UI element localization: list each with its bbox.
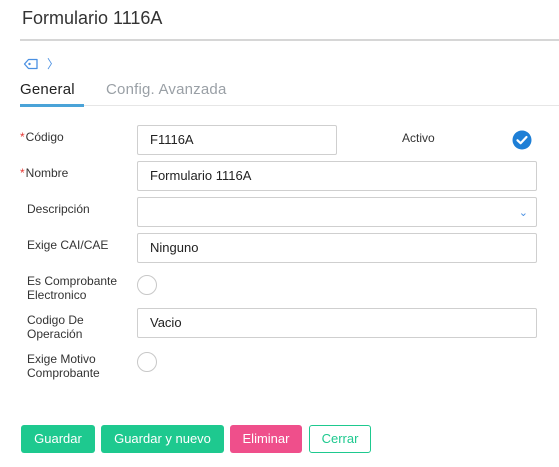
codigo-operacion-label-line1: Codigo De bbox=[27, 313, 84, 327]
required-marker: * bbox=[20, 166, 25, 180]
es-comprobante-label: Es Comprobante Electronico bbox=[27, 274, 117, 302]
descripcion-label: Descripción bbox=[27, 202, 90, 216]
tag-icon[interactable] bbox=[23, 58, 39, 70]
page-title: Formulario 1116A bbox=[22, 8, 163, 28]
save-and-new-button[interactable]: Guardar y nuevo bbox=[101, 425, 224, 453]
tab-bar: General Config. Avanzada bbox=[20, 80, 559, 107]
codigo-operacion-label-line2: Operación bbox=[27, 327, 83, 341]
exige-motivo-toggle[interactable] bbox=[137, 352, 157, 372]
required-marker: * bbox=[20, 130, 25, 144]
delete-button[interactable]: Eliminar bbox=[230, 425, 302, 453]
codigo-label-text: Código bbox=[25, 130, 64, 144]
check-icon bbox=[512, 130, 532, 150]
nombre-input[interactable]: Formulario 1116A bbox=[137, 161, 537, 191]
tab-config-avanzada[interactable]: Config. Avanzada bbox=[106, 80, 227, 106]
activo-checkbox[interactable] bbox=[512, 130, 532, 150]
title-divider bbox=[20, 39, 559, 41]
tab-general[interactable]: General bbox=[20, 80, 84, 107]
breadcrumb-separator: 〉 bbox=[47, 57, 60, 71]
es-comprobante-label-line2: Electronico bbox=[27, 288, 87, 302]
nombre-label: *Nombre bbox=[20, 166, 68, 180]
exige-motivo-label-line1: Exige Motivo bbox=[27, 352, 96, 366]
breadcrumb: 〉 bbox=[23, 58, 59, 70]
save-button[interactable]: Guardar bbox=[21, 425, 95, 453]
es-comprobante-toggle[interactable] bbox=[137, 275, 157, 295]
codigo-input[interactable]: F1116A bbox=[137, 125, 337, 155]
close-button[interactable]: Cerrar bbox=[309, 425, 371, 453]
exige-cai-label: Exige CAI/CAE bbox=[27, 238, 109, 252]
es-comprobante-label-line1: Es Comprobante bbox=[27, 274, 118, 288]
nombre-label-text: Nombre bbox=[25, 166, 69, 180]
activo-label: Activo bbox=[402, 131, 435, 145]
descripcion-select[interactable]: ⌄ bbox=[137, 197, 537, 227]
exige-motivo-label-line2: Comprobante bbox=[27, 366, 100, 380]
chevron-down-icon[interactable]: ⌄ bbox=[519, 199, 528, 227]
codigo-operacion-label: Codigo De Operación bbox=[27, 313, 84, 341]
exige-cai-input[interactable]: Ninguno bbox=[137, 233, 537, 263]
codigo-operacion-input[interactable]: Vacio bbox=[137, 308, 537, 338]
exige-motivo-label: Exige Motivo Comprobante bbox=[27, 352, 100, 380]
codigo-label: *Código bbox=[20, 130, 64, 144]
